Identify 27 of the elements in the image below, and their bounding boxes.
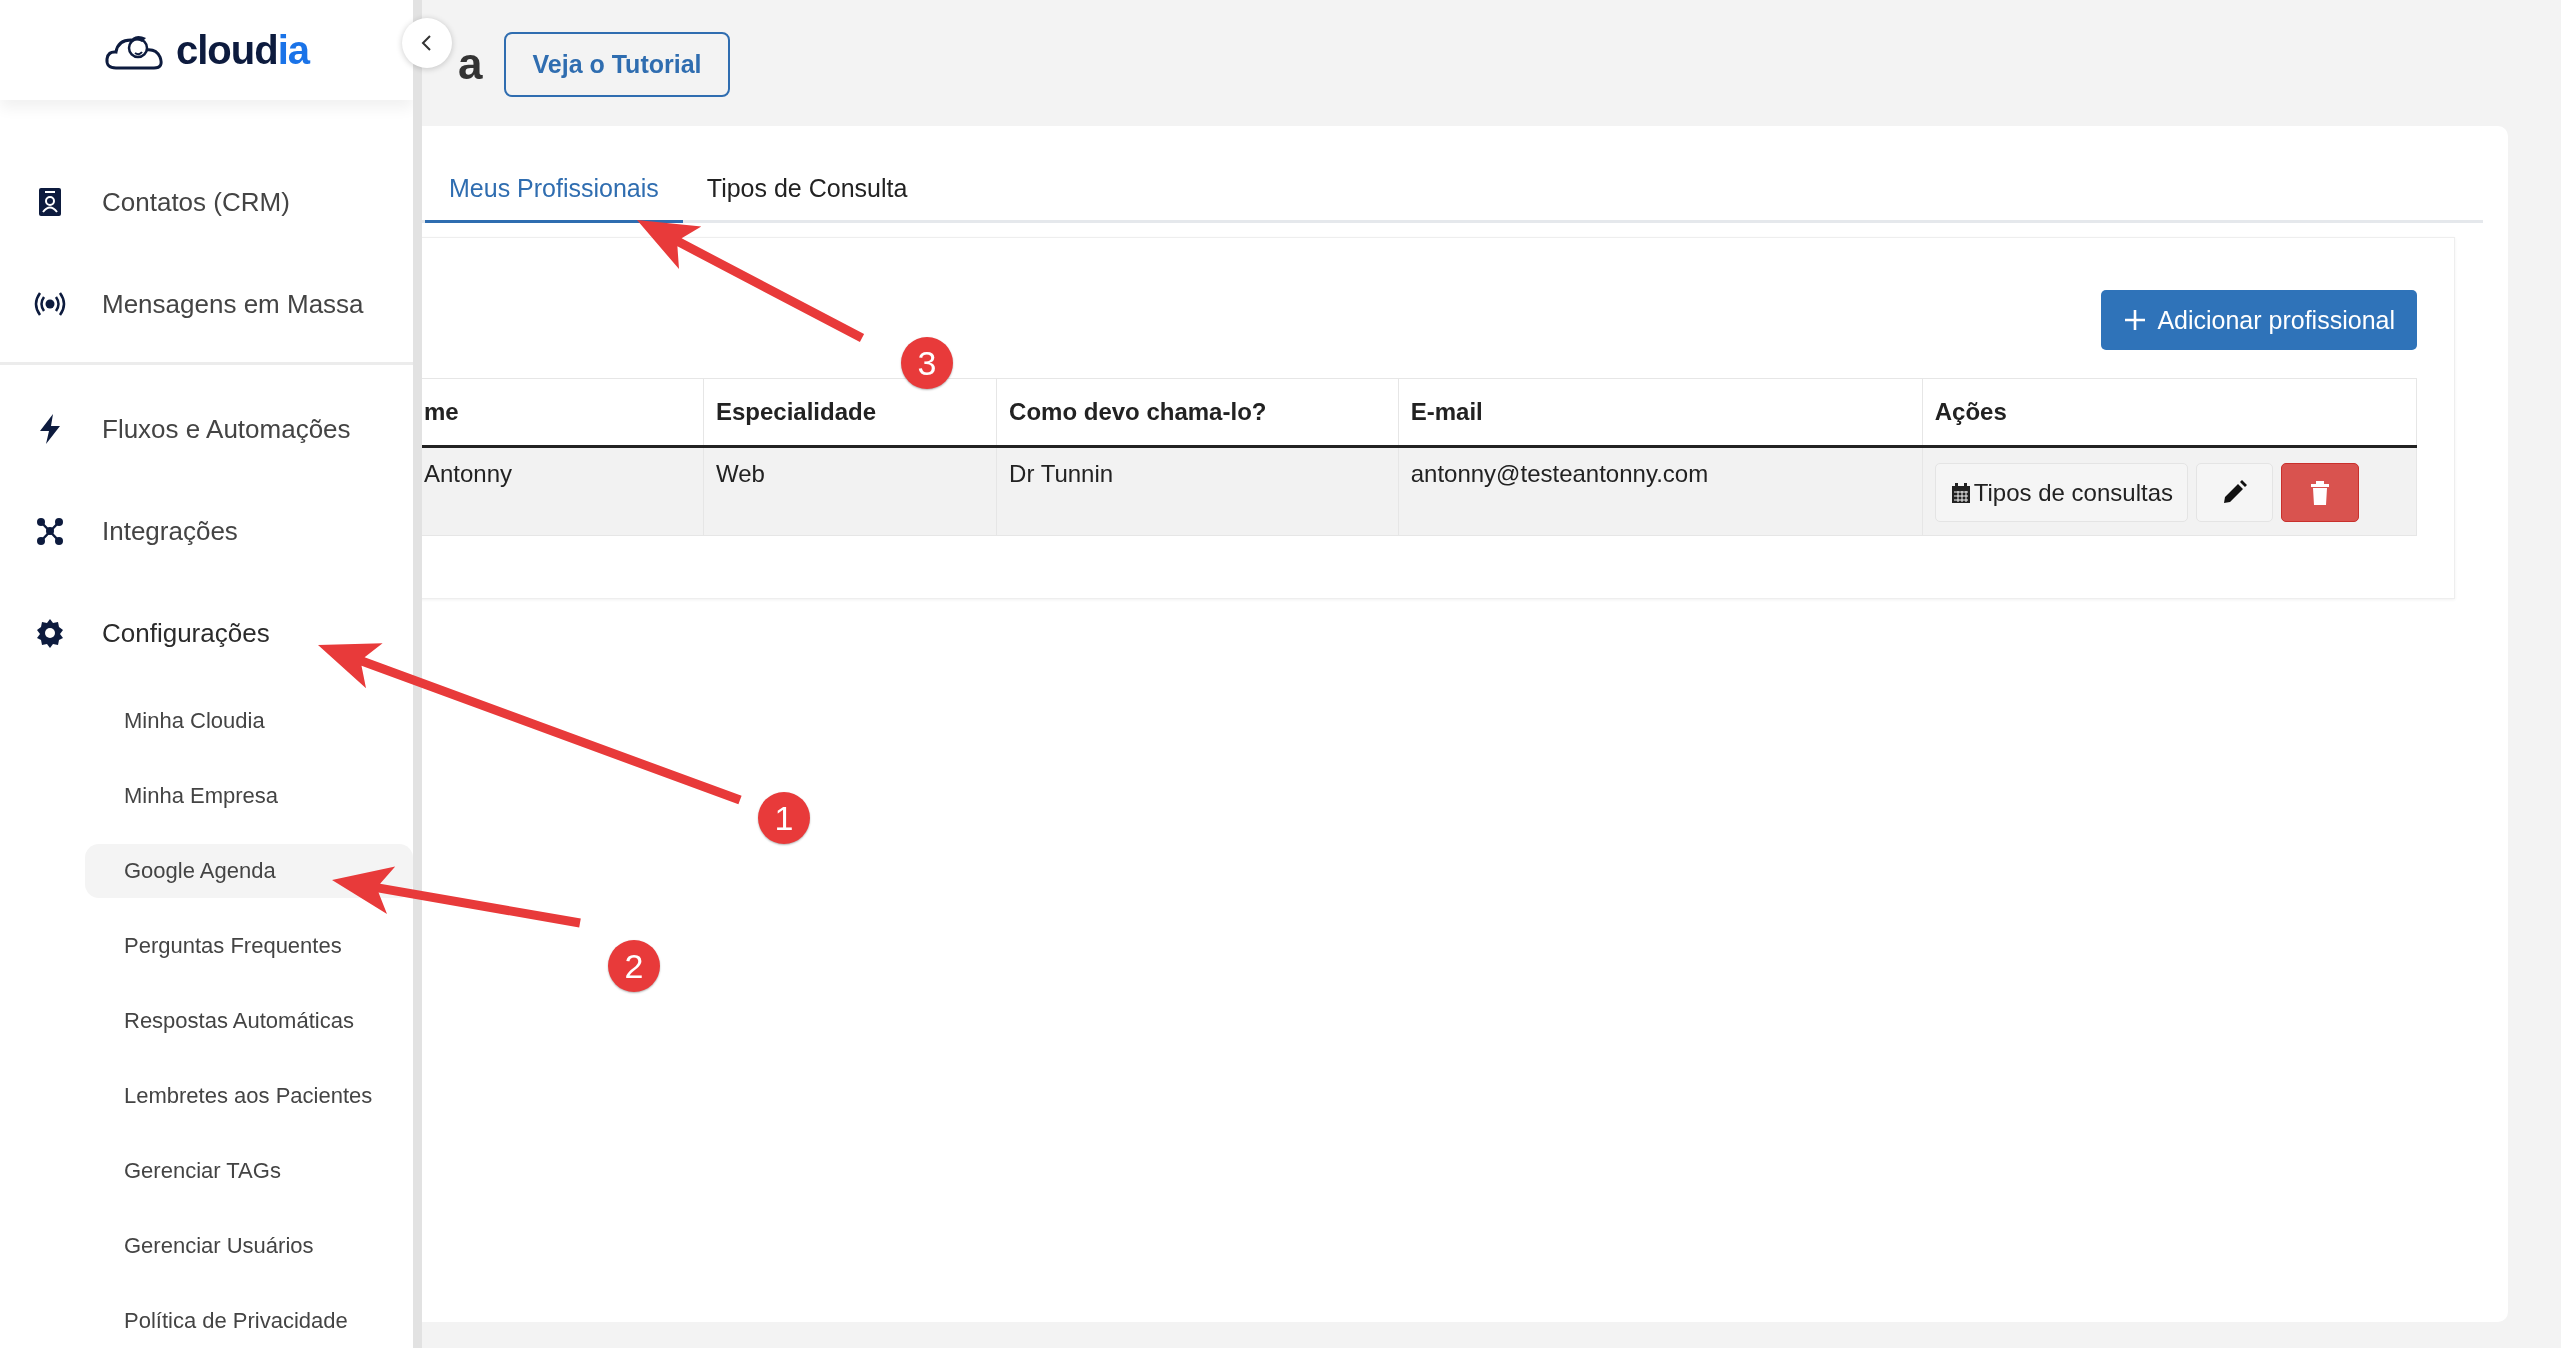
nav-subitem[interactable]: Gerenciar TAGs xyxy=(85,1144,413,1198)
plus-icon xyxy=(2123,308,2148,332)
nav-item[interactable]: Mensagens em Massa xyxy=(0,253,413,355)
tutorial-button[interactable]: Veja o Tutorial xyxy=(504,31,730,97)
nav-subitem[interactable]: Respostas Automáticas xyxy=(85,994,413,1048)
edit-button[interactable] xyxy=(2196,463,2273,522)
nav-item[interactable]: Contatos (CRM) xyxy=(0,151,413,253)
add-professional-button[interactable]: Adicionar profissional xyxy=(2101,290,2417,350)
nav-subitem[interactable]: Google Agenda xyxy=(85,844,413,898)
nav-subitem[interactable]: Minha Empresa xyxy=(85,769,413,823)
nav-subitem[interactable]: Perguntas Frequentes xyxy=(85,919,413,973)
delete-button[interactable] xyxy=(2281,463,2359,522)
page-title: a xyxy=(458,39,483,89)
nav-item[interactable]: Configurações xyxy=(0,582,413,684)
nav-subitem[interactable]: Minha Cloudia xyxy=(85,694,413,748)
settings-icon xyxy=(34,617,66,649)
table-cell: antonny@testeantonny.com xyxy=(1398,446,1923,536)
nav-subitem[interactable]: Lembretes aos Pacientes xyxy=(85,1069,413,1123)
table-cell: Dr Tunnin xyxy=(996,446,1399,536)
nav-subitem[interactable]: Política de Privacidade xyxy=(85,1294,413,1348)
tab[interactable]: Tipos de Consulta xyxy=(682,156,932,223)
nav-subitem[interactable]: Gerenciar Usuários xyxy=(85,1219,413,1273)
logo-text: cloudia xyxy=(176,27,309,73)
consult-types-button[interactable]: Tipos de consultas xyxy=(1934,463,2188,522)
calendar-icon xyxy=(1949,481,1972,504)
network-nodes-icon xyxy=(34,515,66,547)
table-cell: Web xyxy=(703,446,997,536)
